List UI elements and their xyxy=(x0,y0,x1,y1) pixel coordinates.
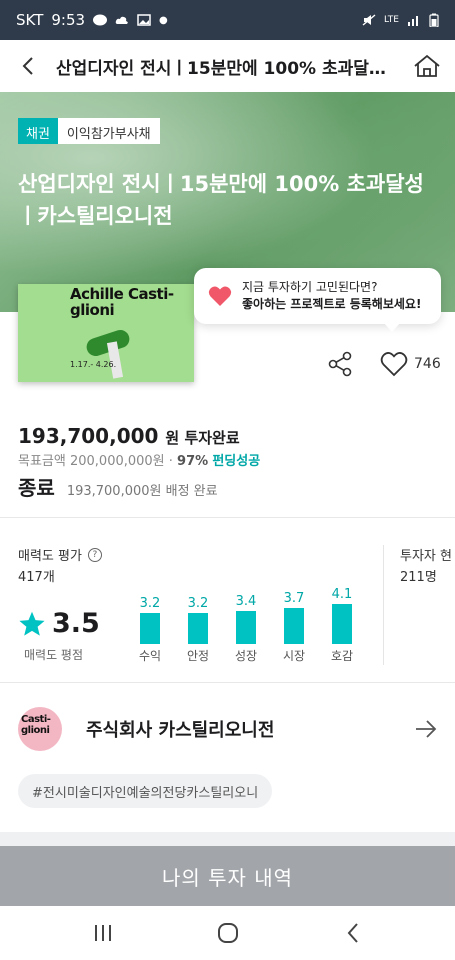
back-button[interactable] xyxy=(0,40,56,92)
rating-bar-value: 4.1 xyxy=(331,587,353,602)
chevron-left-icon xyxy=(22,57,33,75)
project-title: 산업디자인 전시ㅣ15분만에 100% 초과달성ㅣ카스틸리오니전 xyxy=(18,172,424,228)
goal-percent: 97% xyxy=(177,454,209,469)
help-icon[interactable]: ? xyxy=(87,547,102,562)
goal-text: 목표금액 200,000,000원 · xyxy=(18,454,178,469)
carrier-label: SKT xyxy=(16,11,44,29)
allocation-text: 193,700,000원 배정 완료 xyxy=(66,484,218,499)
rating-bar: 3.2 수익 xyxy=(130,586,170,664)
rating-bar-fill xyxy=(188,613,208,644)
rating-bar: 3.4 성장 xyxy=(226,586,266,664)
category-chip: 채권 xyxy=(18,118,58,144)
section-divider xyxy=(0,517,455,518)
rating-bar-value: 3.4 xyxy=(235,594,257,609)
bond-type-chip: 이익참가부사채 xyxy=(57,118,160,144)
back-arrow-icon xyxy=(347,923,358,943)
heart-outline-icon[interactable] xyxy=(380,351,408,377)
rating-bar-fill xyxy=(332,604,352,644)
action-row: 746 xyxy=(326,350,441,378)
home-button[interactable] xyxy=(399,40,455,92)
wishlist-tooltip[interactable]: 지금 투자하기 고민된다면? 좋아하는 프로젝트로 등록해보세요! xyxy=(194,268,441,332)
back-nav-button[interactable] xyxy=(323,906,383,960)
funding-amount: 193,700,000 원 투자완료 xyxy=(18,424,240,448)
company-row[interactable]: Casti- glioni 주식회사 카스틸리오니전 xyxy=(18,706,438,752)
section-divider xyxy=(0,682,455,683)
recent-apps-button[interactable] xyxy=(73,906,133,960)
rating-bar-value: 3.7 xyxy=(283,591,305,606)
tooltip-line1: 지금 투자하기 고민된다면? xyxy=(242,280,378,294)
funding-result: 펀딩성공 xyxy=(212,454,261,469)
company-name: 주식회사 카스틸리오니전 xyxy=(86,720,275,741)
cloud-icon xyxy=(115,16,128,24)
battery-icon xyxy=(429,13,439,27)
rating-bar-label: 호감 xyxy=(330,649,354,663)
score-value: 3.5 xyxy=(52,608,100,639)
hashtag-chip[interactable]: #전시미술디자인예술의전당카스틸리오니 xyxy=(18,774,273,808)
network-label: LTE xyxy=(384,15,399,25)
system-nav-bar xyxy=(0,906,455,960)
column-divider xyxy=(383,545,384,665)
clock: 9:53 xyxy=(51,11,86,29)
home-nav-button[interactable] xyxy=(198,906,258,960)
poster-dates: 1.17.- 4.26. xyxy=(70,360,117,369)
rating-bar-fill xyxy=(284,608,304,644)
rating-bar-label: 수익 xyxy=(138,649,162,663)
amount-value: 193,700,000 xyxy=(18,424,159,448)
rating-bar: 3.7 시장 xyxy=(274,586,314,664)
tooltip-line2: 좋아하는 프로젝트로 등록해보세요! xyxy=(242,297,422,311)
signal-icon xyxy=(408,16,418,26)
poster-title: Achille Casti- glioni xyxy=(70,285,174,319)
like-count: 746 xyxy=(414,356,441,372)
amount-suffix: 원 투자완료 xyxy=(165,429,240,447)
rating-heading: 매력도 평가 ? xyxy=(18,545,102,564)
goal-line: 목표금액 200,000,000원 · 97% 펀딩성공 xyxy=(18,450,260,469)
score-label: 매력도 평점 xyxy=(24,648,84,662)
more-dot-icon: ● xyxy=(159,14,168,26)
talk-notification-icon xyxy=(93,14,108,26)
rating-bar-fill xyxy=(236,611,256,644)
heart-filled-icon xyxy=(208,286,232,306)
rating-bar: 4.1 호감 xyxy=(322,586,362,664)
category-chips: 채권 이익참가부사채 xyxy=(18,118,160,144)
app-bar: 산업디자인 전시ㅣ15분만에 100% 초과달성ㅣ카스틸리오니전 xyxy=(0,40,455,92)
star-icon xyxy=(19,611,45,636)
gallery-icon xyxy=(137,14,151,26)
rating-bar: 3.2 안정 xyxy=(178,586,218,664)
page-title: 산업디자인 전시ㅣ15분만에 100% 초과달성ㅣ카스틸리오니전 xyxy=(56,58,399,79)
rating-bar-label: 안정 xyxy=(186,649,210,663)
funding-status: 종료 193,700,000원 배정 완료 xyxy=(18,472,218,501)
status-label: 종료 xyxy=(18,476,55,500)
share-icon[interactable] xyxy=(326,350,354,378)
rating-bar-value: 3.2 xyxy=(187,596,209,611)
rating-bar-label: 성장 xyxy=(234,649,258,663)
mute-icon xyxy=(362,14,376,26)
rating-bar-label: 시장 xyxy=(282,649,306,663)
status-bar: SKT 9:53 ● LTE xyxy=(0,0,455,40)
my-investment-button[interactable]: 나의 투자 내역 xyxy=(0,846,455,906)
rating-bar-value: 3.2 xyxy=(139,596,161,611)
investor-count: 211명 xyxy=(400,570,437,585)
rating-count: 417개 xyxy=(18,570,55,585)
arrow-right-icon xyxy=(416,720,437,738)
home-icon xyxy=(414,54,440,77)
avatar-text: Casti- glioni xyxy=(21,714,51,736)
project-thumbnail[interactable]: Achille Casti- glioni 1.17.- 4.26. xyxy=(18,284,194,382)
investor-heading: 투자자 현 xyxy=(400,549,452,564)
rating-score: 3.5 xyxy=(18,608,100,639)
home-circle-icon xyxy=(217,923,238,943)
detail-panel xyxy=(0,312,455,832)
rating-bar-chart: 3.2 수익 3.2 안정 3.4 성장 3.7 시장 4.1 호감 xyxy=(130,586,366,664)
recent-apps-icon xyxy=(94,925,111,941)
company-avatar: Casti- glioni xyxy=(18,707,62,751)
rating-bar-fill xyxy=(140,613,160,644)
